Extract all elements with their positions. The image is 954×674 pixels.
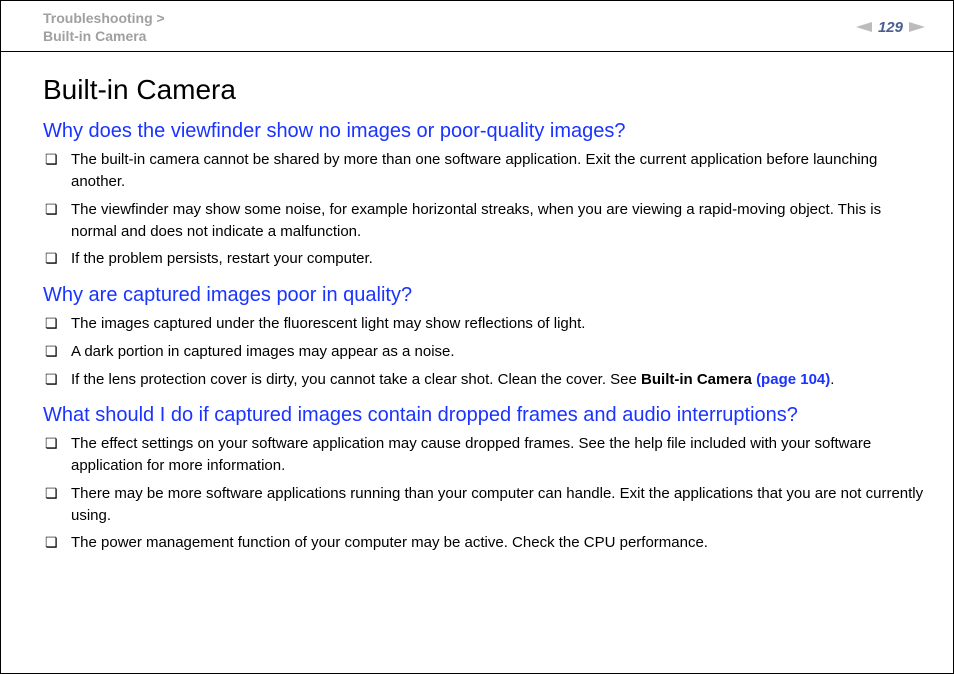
page-header: Troubleshooting > Built-in Camera 129	[1, 1, 953, 52]
list-item: There may be more software applications …	[43, 483, 925, 527]
next-page-arrow-icon[interactable]	[909, 22, 925, 32]
page-number: 129	[878, 19, 903, 36]
section-heading: What should I do if captured images cont…	[43, 404, 925, 427]
bold-text: Built-in Camera	[641, 371, 756, 388]
breadcrumb-line-2: Built-in Camera	[43, 28, 146, 44]
list-item: If the lens protection cover is dirty, y…	[43, 369, 925, 391]
list-item: If the problem persists, restart your co…	[43, 248, 925, 270]
list-item: The power management function of your co…	[43, 532, 925, 554]
bullet-list: The images captured under the fluorescen…	[43, 313, 925, 390]
prev-page-arrow-icon[interactable]	[856, 22, 872, 32]
breadcrumb: Troubleshooting > Built-in Camera	[43, 9, 165, 45]
list-item: The built-in camera cannot be shared by …	[43, 149, 925, 193]
section-heading: Why does the viewfinder show no images o…	[43, 120, 925, 143]
page-content: Built-in Camera Why does the viewfinder …	[1, 52, 953, 554]
page-number-nav: 129	[856, 19, 925, 36]
bullet-list: The effect settings on your software app…	[43, 433, 925, 554]
list-item-text: .	[830, 371, 834, 388]
bullet-list: The built-in camera cannot be shared by …	[43, 149, 925, 270]
page-reference-link[interactable]: (page 104)	[756, 371, 830, 388]
page-title: Built-in Camera	[43, 74, 925, 106]
list-item: A dark portion in captured images may ap…	[43, 341, 925, 363]
list-item: The effect settings on your software app…	[43, 433, 925, 477]
list-item-text: If the lens protection cover is dirty, y…	[71, 371, 641, 388]
list-item: The images captured under the fluorescen…	[43, 313, 925, 335]
section-heading: Why are captured images poor in quality?	[43, 284, 925, 307]
list-item: The viewfinder may show some noise, for …	[43, 199, 925, 243]
page-frame: Troubleshooting > Built-in Camera 129 Bu…	[0, 0, 954, 674]
breadcrumb-line-1: Troubleshooting >	[43, 10, 165, 26]
